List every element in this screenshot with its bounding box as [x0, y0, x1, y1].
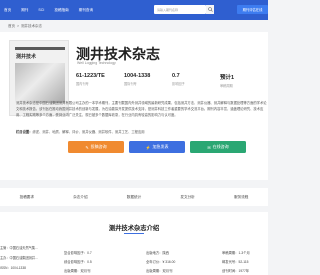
tab-statistics[interactable]: 数据统计 — [127, 195, 141, 200]
online-consult-button[interactable]: ✉ 在线咨询 — [190, 141, 246, 153]
journal-description: 测井技术杂志是中国石油集团测井有限公司主办的一本学术期刊，主要刊载国内外测井领域… — [16, 101, 267, 118]
nav-item-query[interactable]: 期刊查询 — [79, 8, 93, 13]
stat-value: 预计1 — [220, 75, 235, 81]
top-nav-bar: 首页 期刊 SCI 投稿指南 期刊查询 — [0, 0, 268, 20]
info-field: 综合影响因子：0.5 — [64, 259, 92, 264]
list-item: 主管：中国石油天然气集... — [0, 246, 38, 250]
info-value: 双月刊 — [80, 269, 91, 273]
info-key: 出版周期： — [146, 269, 163, 273]
stat-impact: 0.7 影响因子 — [172, 73, 220, 88]
edit-icon: ✎ — [85, 144, 89, 150]
sections-label: 栏目设置： — [16, 130, 33, 134]
journal-stats: 61-1223/TE 国内刊号 1004-1338 国际刊号 0.7 影响因子 … — [76, 73, 268, 88]
expedite-label: 加急发表 — [152, 144, 169, 149]
section-tabs: 投稿要求 杂志介绍 数据统计 发文分析 服务流程 — [0, 188, 268, 206]
info-key: 审稿周期： — [222, 251, 239, 255]
search-icon — [207, 7, 213, 12]
intro-underline — [124, 233, 144, 234]
info-field: 出版地方：陕西 — [146, 250, 169, 255]
chat-icon: ✉ — [207, 144, 211, 150]
info-value: 1-3个月 — [238, 251, 250, 255]
stat-cn: 61-1223/TE 国内刊号 — [76, 73, 124, 88]
search-input[interactable]: 请输入期刊名称 — [154, 5, 206, 14]
info-value: 1977年 — [238, 269, 250, 273]
stat-label: 国内刊号 — [76, 82, 89, 86]
nav-item-journals[interactable]: 期刊 — [21, 8, 28, 13]
online-consult-label: 在线咨询 — [212, 144, 229, 149]
journal-subtitle: Well Logging Technology — [77, 61, 116, 65]
info-value: 52-115 — [238, 260, 249, 264]
breadcrumb-separator: > — [17, 24, 20, 28]
stat-value: 0.7 — [172, 73, 180, 79]
search-button[interactable] — [206, 5, 214, 14]
breadcrumb: 首页 > 测井技术杂志 — [8, 24, 42, 29]
expedite-button[interactable]: ⚡ 加急发表 — [129, 141, 185, 153]
tab-analysis[interactable]: 发文分析 — [180, 195, 194, 200]
cover-title: 测井技术 — [16, 54, 37, 60]
info-value: 陕西 — [162, 251, 170, 255]
stat-label: 影响因子 — [172, 82, 185, 86]
info-field: 创刊时间：1977年 — [222, 268, 249, 273]
info-value: 0.7 — [87, 251, 92, 255]
tab-service[interactable]: 服务流程 — [234, 195, 248, 200]
stat-issn: 1004-1338 国际刊号 — [124, 73, 172, 88]
intro-title: 测井技术杂志介绍 — [108, 225, 160, 232]
info-field: 出版周期：双月刊 — [146, 268, 172, 273]
info-key: 全年订价： — [146, 260, 163, 264]
info-key: 邮发代号： — [222, 260, 239, 264]
consult-button[interactable]: ✎ 投稿咨询 — [68, 141, 124, 153]
info-value: ¥ 316.00 — [162, 260, 176, 264]
stat-value: 61-1223/TE — [76, 73, 105, 79]
breadcrumb-current: 测井技术杂志 — [21, 24, 43, 28]
stat-label: 国际刊号 — [124, 82, 137, 86]
info-key: 出版周期： — [64, 269, 81, 273]
info-field: 复合影响因子：0.7 — [64, 250, 92, 255]
nav-item-guide[interactable]: 投稿指南 — [54, 8, 68, 13]
stat-value: 1004-1338 — [124, 73, 151, 79]
evaluate-button[interactable]: 期刊评估在线 — [237, 5, 268, 14]
bolt-icon: ⚡ — [145, 144, 151, 150]
stat-label: 审稿周期 — [220, 84, 233, 88]
tab-introduction[interactable]: 杂志介绍 — [73, 195, 87, 200]
list-item: 主办：中国石油集团测井... — [0, 256, 38, 260]
info-field: 全年订价：¥ 316.00 — [146, 259, 175, 264]
tab-requirements[interactable]: 投稿要求 — [20, 195, 34, 200]
cover-band — [15, 47, 65, 50]
info-key: 出版地方： — [146, 251, 163, 255]
sections-value: 综述、测井、地质、解释、评价、测井仪器、测井软件、测井工艺、工程应用 — [32, 130, 145, 134]
nav-item-home[interactable]: 首页 — [4, 8, 11, 13]
intro-left-list: 主管：中国石油天然气集... 主办：中国石油集团测井... ISSN：1004-… — [0, 245, 44, 275]
info-value: 0.5 — [87, 260, 92, 264]
info-key: 复合影响因子： — [64, 251, 88, 255]
breadcrumb-home[interactable]: 首页 — [8, 24, 15, 29]
info-key: 创刊时间： — [222, 269, 239, 273]
list-item: ISSN：1004-1338 — [0, 266, 26, 270]
info-value: 双月刊 — [162, 269, 173, 273]
info-field: 审稿周期：1-3个月 — [222, 250, 250, 255]
cover-picture — [15, 63, 65, 103]
info-field: 出版周期：双月刊 — [64, 268, 90, 273]
journal-sections: 栏目设置：综述、测井、地质、解释、评价、测井仪器、测井软件、测井工艺、工程应用 — [16, 129, 145, 134]
stat-review: 预计1 审稿周期 — [220, 73, 268, 88]
consult-label: 投稿咨询 — [90, 144, 107, 149]
info-key: 综合影响因子： — [64, 260, 88, 264]
info-field: 邮发代号：52-115 — [222, 259, 249, 264]
nav-item-sci[interactable]: SCI — [38, 8, 44, 12]
